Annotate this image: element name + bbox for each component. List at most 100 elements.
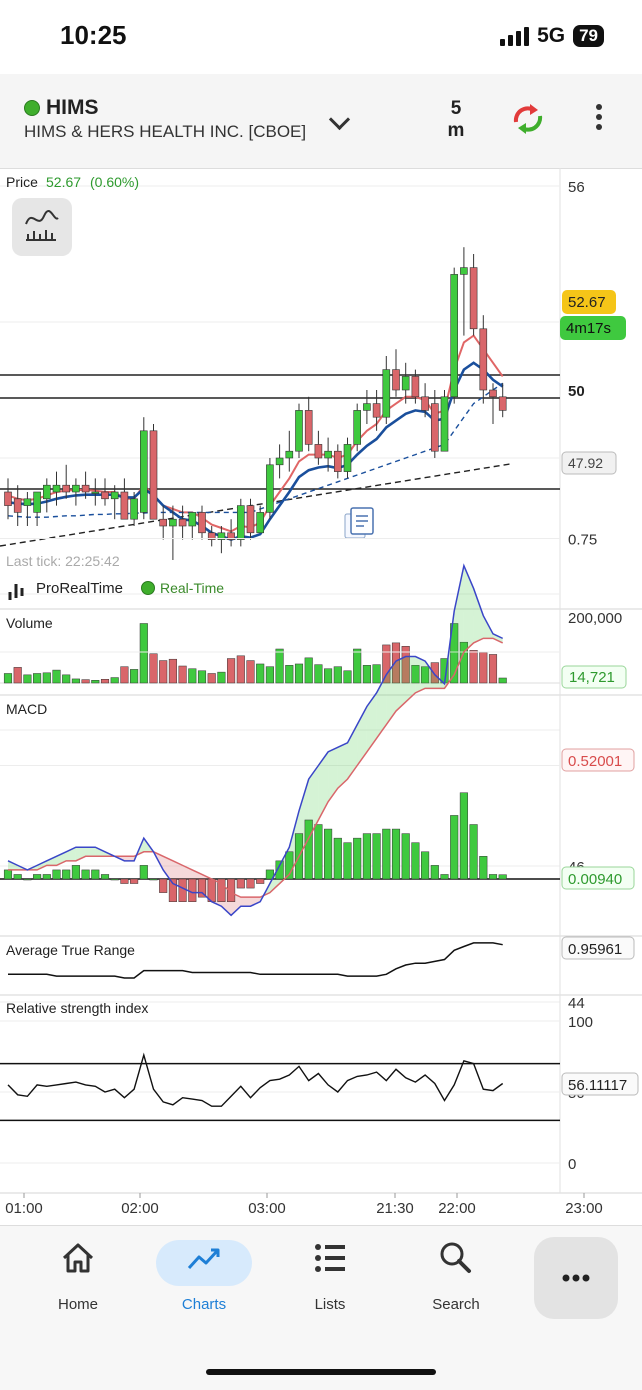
macd-hist-bar xyxy=(333,837,342,880)
volume-bar xyxy=(324,668,333,684)
price-badge-value: 52.67 xyxy=(568,294,606,311)
volume-bar xyxy=(333,666,342,684)
volume-axis-top: 200,000 xyxy=(568,610,622,627)
volume-bar xyxy=(246,660,255,684)
candle xyxy=(440,396,449,452)
nav-lists[interactable] xyxy=(280,1238,380,1283)
rsi-tick-label: 0 xyxy=(568,1156,576,1173)
chart-area[interactable]: 56545246445047.9252.674m17s 200,00014,72… xyxy=(0,168,642,1225)
candle xyxy=(392,369,400,391)
nav-home[interactable] xyxy=(28,1238,128,1283)
candle xyxy=(101,491,109,500)
rsi-line xyxy=(7,1052,504,1107)
macd-hist-bar xyxy=(71,865,80,880)
provider-label: ProRealTime xyxy=(36,580,123,597)
macd-hist-bar xyxy=(120,878,129,884)
macd-hist-bar xyxy=(159,878,168,893)
refresh-icon[interactable] xyxy=(508,102,548,136)
macd-fill xyxy=(473,588,484,643)
volume-badge-value: 14,721 xyxy=(569,669,615,686)
volume-bar xyxy=(100,679,110,684)
volume-bar xyxy=(304,657,313,684)
provider-logo-icon xyxy=(8,584,24,600)
volume-bar xyxy=(256,663,265,684)
nav-home-label[interactable]: Home xyxy=(28,1296,128,1313)
candle xyxy=(498,396,507,411)
timer-badge-value: 4m17s xyxy=(566,320,611,337)
rsi-label: Relative strength index xyxy=(6,1000,148,1016)
macd-hist-bar xyxy=(362,833,371,880)
nav-charts-label[interactable]: Charts xyxy=(154,1296,254,1313)
nav-search[interactable] xyxy=(406,1238,506,1283)
macd-hist-bar xyxy=(33,874,42,880)
volume-bar xyxy=(33,673,42,684)
volume-bar xyxy=(294,663,304,684)
macd-hist-bar xyxy=(13,874,22,880)
candle xyxy=(81,484,90,493)
volume-bar xyxy=(314,664,323,684)
nav-search-label[interactable]: Search xyxy=(406,1296,506,1313)
candle xyxy=(256,512,265,534)
candle xyxy=(4,491,12,506)
volume-bar xyxy=(479,652,488,684)
company-name[interactable]: HIMS & HERS HEALTH INC. [CBOE] xyxy=(24,122,306,142)
candle xyxy=(275,457,284,466)
interval-unit: m xyxy=(447,120,465,141)
candle xyxy=(62,484,71,493)
macd-hist-bar xyxy=(81,869,90,880)
nav-lists-label[interactable]: Lists xyxy=(280,1296,380,1313)
interval-value: 5 xyxy=(450,98,462,119)
macd-tick-label: 0.75 xyxy=(568,532,597,549)
candle xyxy=(178,518,187,527)
macd-hist-bar xyxy=(343,842,352,880)
macd-label: MACD xyxy=(6,701,47,717)
volume-bar xyxy=(343,670,352,684)
macd-hist-bar xyxy=(401,833,410,880)
interval-button[interactable]: 5 m xyxy=(440,98,472,142)
volume-bar xyxy=(178,665,187,684)
symbol-selector[interactable]: HIMS xyxy=(24,96,99,120)
volume-bar xyxy=(217,671,226,684)
time-tick-label: 01:00 xyxy=(5,1200,43,1217)
macd-hist-bar xyxy=(469,824,478,880)
macd-hist-bar xyxy=(430,865,439,880)
candle xyxy=(363,403,371,411)
nav-charts[interactable] xyxy=(154,1238,254,1283)
macd-hist-bar xyxy=(62,869,71,880)
time-tick-label: 22:00 xyxy=(438,1200,476,1217)
candle xyxy=(314,444,323,459)
rsi-badge-value: 56.11117 xyxy=(568,1077,627,1094)
candle xyxy=(237,505,245,540)
macd-hist-bar xyxy=(246,878,255,889)
volume-bar xyxy=(149,653,158,684)
more-options-icon[interactable] xyxy=(596,104,602,130)
volume-bar xyxy=(275,648,284,684)
macd-hist-bar xyxy=(139,865,148,880)
nav-more-button[interactable] xyxy=(534,1237,618,1319)
price-change: (0.60%) xyxy=(90,174,139,190)
atr-label: Average True Range xyxy=(6,942,135,958)
volume-bar xyxy=(188,668,197,684)
candle xyxy=(401,376,410,391)
volume-bar xyxy=(207,673,216,684)
atr-badge-value: 0.95961 xyxy=(568,941,622,958)
network-label: 5G xyxy=(537,24,566,47)
search-icon xyxy=(440,1242,471,1273)
macd-hist-bar xyxy=(52,869,61,880)
battery-icon: 79 xyxy=(573,25,604,47)
macd-fill xyxy=(240,897,251,907)
volume-bar xyxy=(120,666,129,684)
macd-hist-bar xyxy=(440,874,449,880)
status-time: 10:25 xyxy=(60,20,127,50)
volume-bar xyxy=(353,648,362,684)
home-icon xyxy=(62,1243,94,1273)
macd-hist-bar xyxy=(421,851,430,880)
volume-bar xyxy=(236,655,245,684)
macd-hist-bar xyxy=(450,815,459,880)
macd-hist-bar xyxy=(382,828,391,880)
macd-fill xyxy=(328,747,338,802)
macd-hist-bar xyxy=(314,824,323,880)
price-tick-label: 56 xyxy=(568,179,585,196)
signal-icon xyxy=(500,26,530,46)
macd-hist-bar xyxy=(110,878,119,881)
